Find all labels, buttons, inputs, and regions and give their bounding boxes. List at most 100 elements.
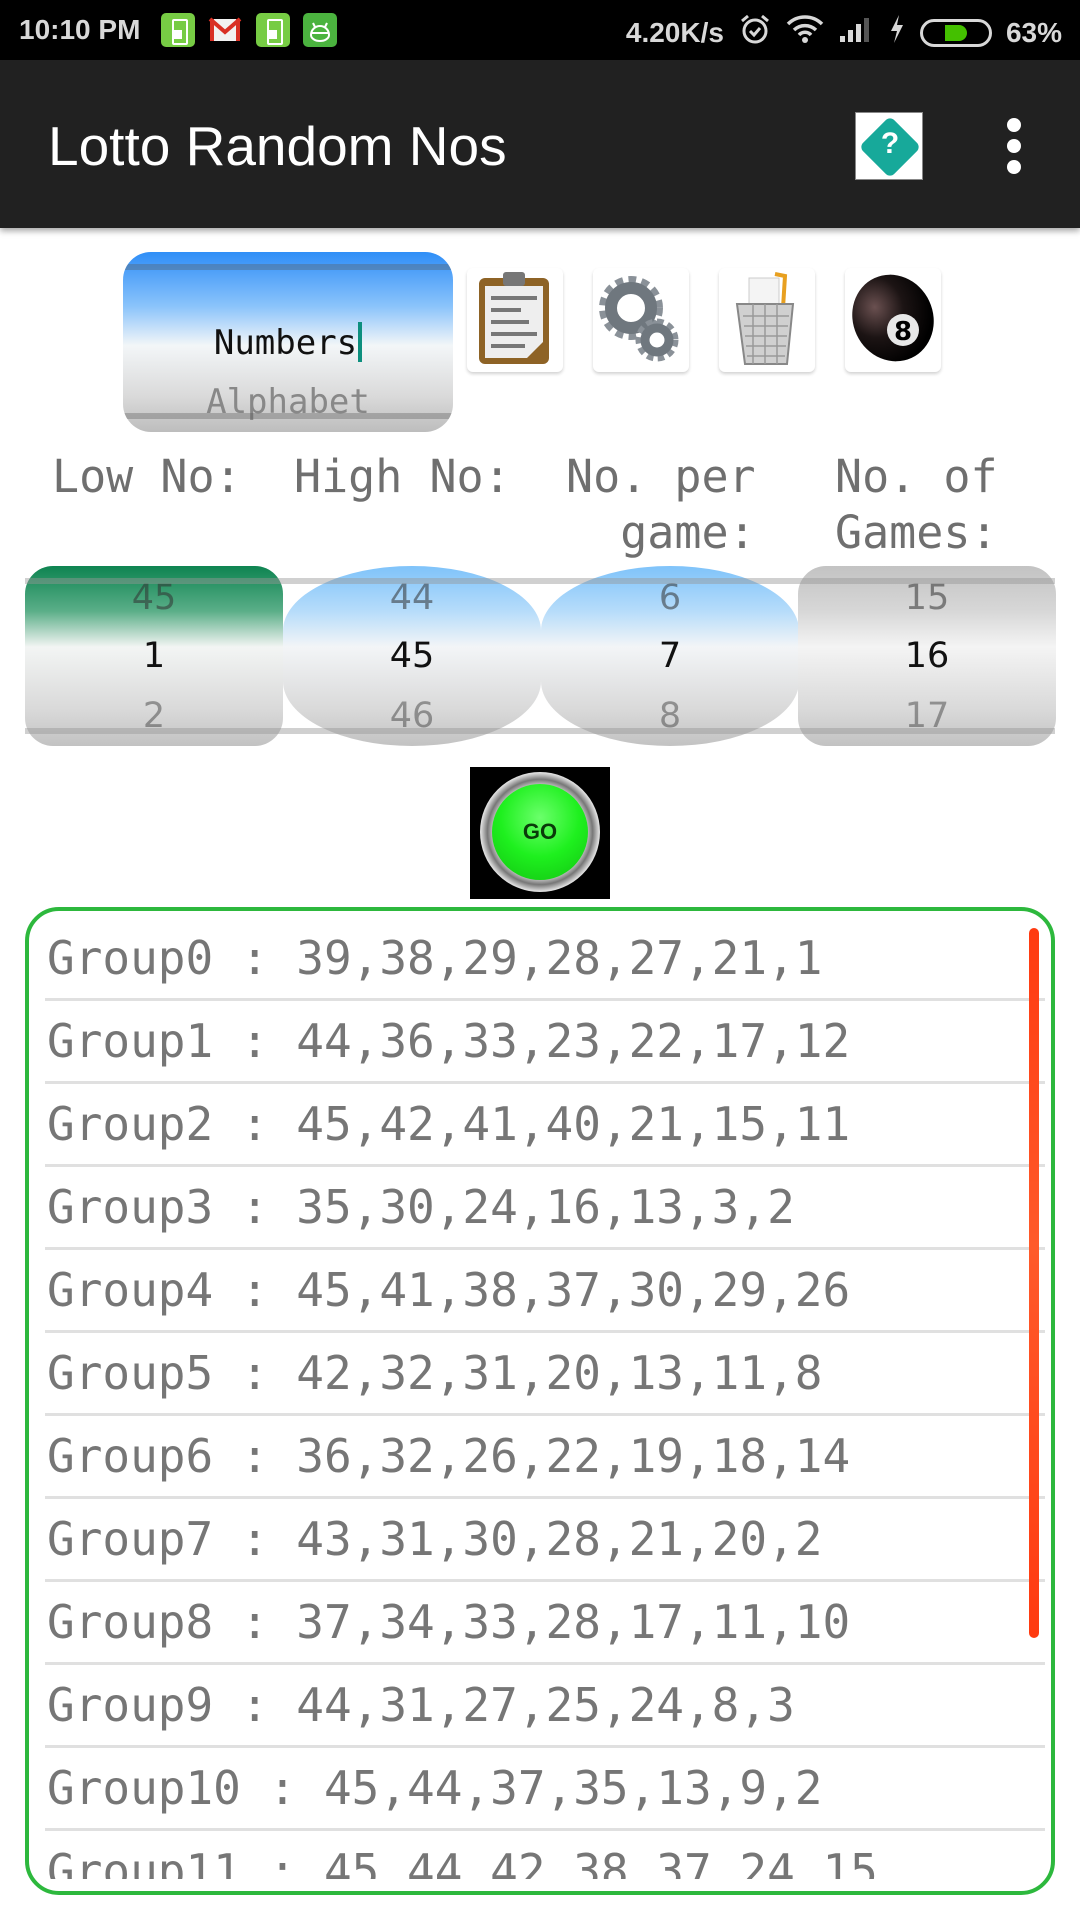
status-bar: 10:10 PM 4.20K/s 63% <box>0 0 1080 60</box>
result-separator: : <box>213 1595 297 1649</box>
mode-picker[interactable]: Numbers Alphabet <box>123 252 453 432</box>
picker-selection-line <box>25 578 1055 584</box>
wifi-icon <box>786 14 824 51</box>
result-separator: : <box>213 1512 297 1566</box>
result-group-label: Group4 <box>47 1263 214 1317</box>
result-group-label: Group1 <box>47 1014 214 1068</box>
result-separator: : <box>213 1346 297 1400</box>
result-row[interactable]: Group5 : 42,32,31,20,13,11,8 <box>45 1332 1045 1416</box>
picker-prev-value[interactable]: 45 <box>25 578 283 618</box>
games-picker[interactable]: 15 16 17 <box>798 566 1056 746</box>
result-row[interactable]: Group6 : 36,32,26,22,19,18,14 <box>45 1415 1045 1499</box>
result-separator: : <box>213 931 297 985</box>
result-numbers: 39,38,29,28,27,21,1 <box>296 931 823 985</box>
eight-ball-number: 8 <box>894 317 912 347</box>
help-question-mark: ? <box>880 127 900 160</box>
result-row[interactable]: Group7 : 43,31,30,28,21,20,2 <box>45 1498 1045 1582</box>
clear-button[interactable] <box>719 268 815 372</box>
help-button[interactable]: ? <box>855 112 923 180</box>
result-numbers: 35,30,24,16,13,3,2 <box>296 1180 795 1234</box>
result-separator: : <box>213 1678 297 1732</box>
eight-ball-icon: 8 <box>852 274 934 362</box>
result-group-label: Group11 <box>47 1844 241 1879</box>
picker-current-value[interactable]: 45 <box>283 636 541 676</box>
result-separator: : <box>213 1014 297 1068</box>
picker-prev-value[interactable]: 6 <box>541 578 799 618</box>
results-list[interactable]: Group0 : 39,38,29,28,27,21,1 Group1 : 44,… <box>45 911 1045 1879</box>
result-separator: : <box>213 1097 297 1151</box>
picker-prev-value[interactable]: 15 <box>798 578 1056 618</box>
result-numbers: 45,42,41,40,21,15,11 <box>296 1097 851 1151</box>
results-panel[interactable]: Group0 : 39,38,29,28,27,21,1 Group1 : 44,… <box>25 907 1055 1895</box>
picker-divider <box>123 413 453 419</box>
go-label: GO <box>522 819 558 844</box>
result-group-label: Group3 <box>47 1180 214 1234</box>
high-number-picker[interactable]: 44 45 46 <box>283 566 541 746</box>
battery-level-fill <box>944 24 967 41</box>
result-row[interactable]: Group4 : 45,41,38,37,30,29,26 <box>45 1249 1045 1333</box>
result-row[interactable]: Group1 : 44,36,33,23,22,17,12 <box>45 1000 1045 1084</box>
result-row[interactable]: Group9 : 44,31,27,25,24,8,3 <box>45 1664 1045 1748</box>
high-label: High No: <box>294 450 511 503</box>
result-group-label: Group5 <box>47 1346 214 1400</box>
result-row[interactable]: Group0 : 39,38,29,28,27,21,1 <box>45 917 1045 1001</box>
picker-prev-value[interactable]: 44 <box>283 578 541 618</box>
overflow-dot <box>1007 160 1021 174</box>
result-row[interactable]: Group11 : 45,44,42,38,37,24,15 <box>45 1830 1045 1879</box>
clipboard-button[interactable] <box>467 268 563 372</box>
overflow-menu-icon <box>1007 118 1021 132</box>
result-separator: : <box>213 1180 297 1234</box>
picker-current-value[interactable]: 7 <box>541 636 799 676</box>
mode-selected-text: Numbers <box>213 323 358 363</box>
result-row[interactable]: Group3 : 35,30,24,16,13,3,2 <box>45 1166 1045 1250</box>
go-button[interactable]: GO <box>470 767 610 899</box>
overflow-menu-button[interactable] <box>994 118 1034 178</box>
picker-current-value[interactable]: 16 <box>798 636 1056 676</box>
result-numbers: 36,32,26,22,19,18,14 <box>296 1429 851 1483</box>
result-group-label: Group0 <box>47 931 214 985</box>
picker-divider <box>123 264 453 270</box>
results-scrollbar[interactable] <box>1029 928 1039 1638</box>
settings-gears-icon <box>599 276 679 362</box>
clipboard-icon <box>479 272 549 364</box>
result-group-label: Group8 <box>47 1595 214 1649</box>
per-game-label: No. per game: <box>566 450 756 559</box>
network-speed: 4.20K/s <box>625 16 724 48</box>
result-numbers: 45,44,42,38,37,24,15 <box>323 1844 878 1879</box>
low-label: Low No: <box>52 450 242 503</box>
result-numbers: 37,34,33,28,17,11,10 <box>296 1595 851 1649</box>
text-cursor <box>358 322 363 362</box>
alarm-icon <box>738 12 772 53</box>
result-row[interactable]: Group2 : 45,42,41,40,21,15,11 <box>45 1083 1045 1167</box>
battery-icon <box>919 18 992 47</box>
battery-app-icon <box>256 13 290 47</box>
result-numbers: 42,32,31,20,13,11,8 <box>296 1346 823 1400</box>
result-separator: : <box>240 1761 324 1815</box>
result-numbers: 44,36,33,23,22,17,12 <box>296 1014 851 1068</box>
result-numbers: 44,31,27,25,24,8,3 <box>296 1678 795 1732</box>
app-bar: Lotto Random Nos ? <box>0 60 1080 228</box>
result-group-label: Group6 <box>47 1429 214 1483</box>
settings-button[interactable] <box>593 268 689 372</box>
random-8ball-button[interactable]: 8 <box>845 268 941 372</box>
result-numbers: 45,44,37,35,13,9,2 <box>323 1761 823 1815</box>
picker-selection-line <box>25 728 1055 734</box>
result-row[interactable]: Group8 : 37,34,33,28,17,11,10 <box>45 1581 1045 1665</box>
battery-app-icon <box>161 13 195 47</box>
mode-option-selected[interactable]: Numbers <box>123 322 453 363</box>
android-icon <box>303 13 337 47</box>
result-numbers: 43,31,30,28,21,20,2 <box>296 1512 823 1566</box>
per-game-picker[interactable]: 6 7 8 <box>541 566 799 746</box>
games-label: No. of Games: <box>835 450 998 559</box>
charging-icon <box>888 14 906 51</box>
status-time: 10:10 PM <box>19 14 141 45</box>
result-group-label: Group2 <box>47 1097 214 1151</box>
low-number-picker[interactable]: 45 1 2 <box>25 566 283 746</box>
result-numbers: 45,41,38,37,30,29,26 <box>296 1263 851 1317</box>
overflow-dot <box>1007 139 1021 153</box>
gmail-icon <box>208 13 242 47</box>
result-row[interactable]: Group10 : 45,44,37,35,13,9,2 <box>45 1747 1045 1831</box>
picker-current-value[interactable]: 1 <box>25 636 283 676</box>
result-separator: : <box>213 1429 297 1483</box>
trash-icon <box>735 272 795 365</box>
